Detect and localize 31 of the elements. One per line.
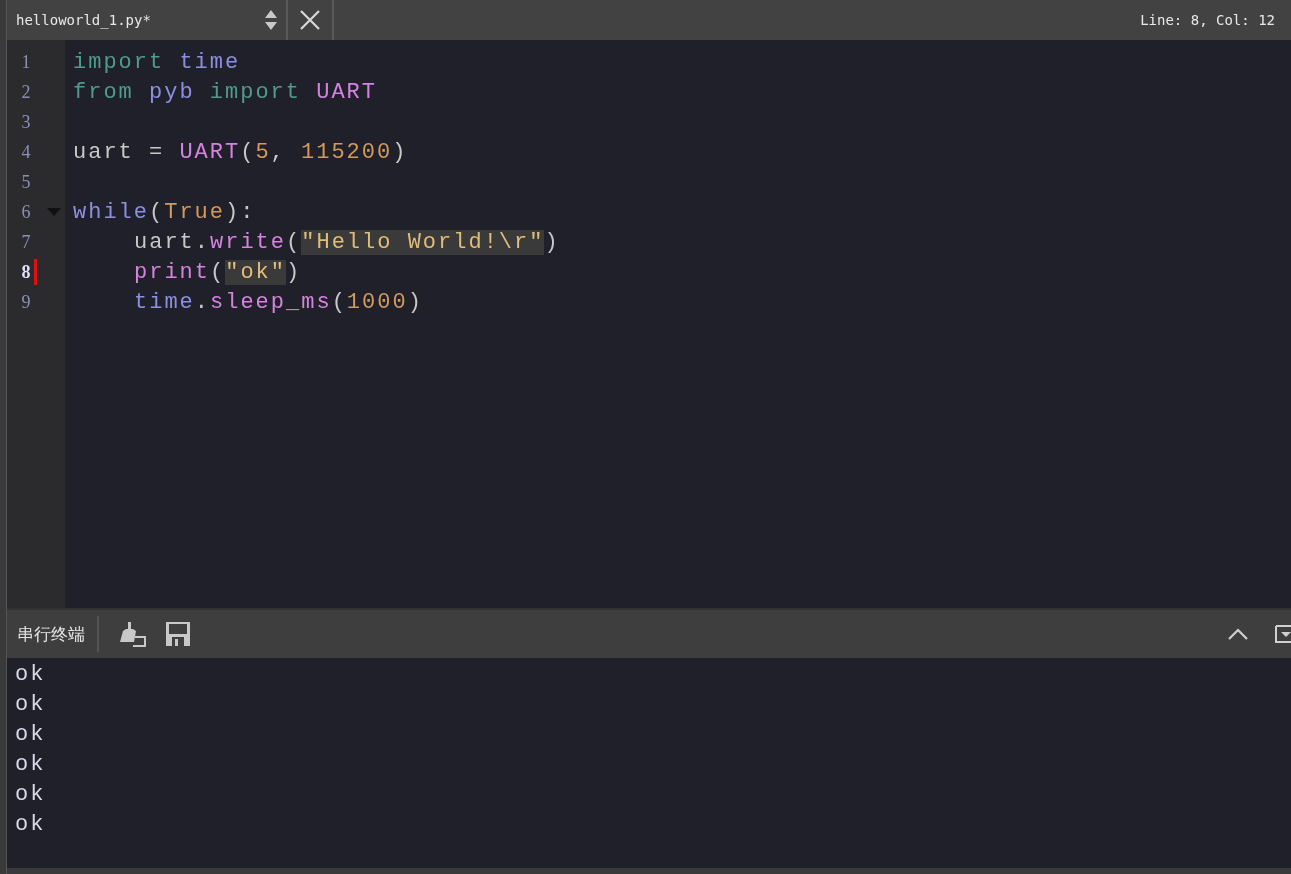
code-line: time.sleep_ms(1000): [134, 289, 423, 315]
code-line: while(True):: [73, 199, 256, 225]
save-icon[interactable]: [165, 621, 191, 647]
line-number: 8: [20, 261, 32, 283]
line-number: 2: [20, 81, 32, 103]
line-number: 3: [20, 111, 32, 133]
terminal-output-line: ok: [15, 812, 46, 837]
line-number: 7: [20, 231, 32, 253]
up-down-arrows-icon[interactable]: [264, 9, 278, 31]
close-icon: [299, 9, 321, 31]
line-number: 5: [20, 171, 32, 193]
code-line: print("ok"): [134, 259, 302, 285]
terminal-title: 串行终端: [17, 616, 99, 652]
terminal-output-line: ok: [15, 692, 46, 717]
terminal-output-line: ok: [15, 662, 46, 687]
terminal-output-line: ok: [15, 752, 46, 777]
line-number: 6: [20, 201, 32, 223]
cursor-position: Line: 8, Col: 12: [1140, 12, 1275, 28]
file-tab-name[interactable]: helloworld_1.py*: [16, 12, 151, 28]
line-number: 4: [20, 141, 32, 163]
code-line: from pyb import UART: [73, 79, 377, 105]
code-line: uart = UART(5, 115200): [73, 139, 408, 165]
clear-brush-icon[interactable]: [117, 620, 147, 648]
line-number: 1: [20, 51, 32, 73]
code-line: uart.write("Hello World!\r"): [134, 229, 560, 255]
terminal-output-line: ok: [15, 782, 46, 807]
line-number: 9: [20, 291, 32, 313]
dropdown-icon[interactable]: [1275, 624, 1291, 644]
collapse-chevron-icon[interactable]: [1227, 627, 1249, 641]
code-line: import time: [73, 49, 241, 75]
terminal-output-line: ok: [15, 722, 46, 747]
